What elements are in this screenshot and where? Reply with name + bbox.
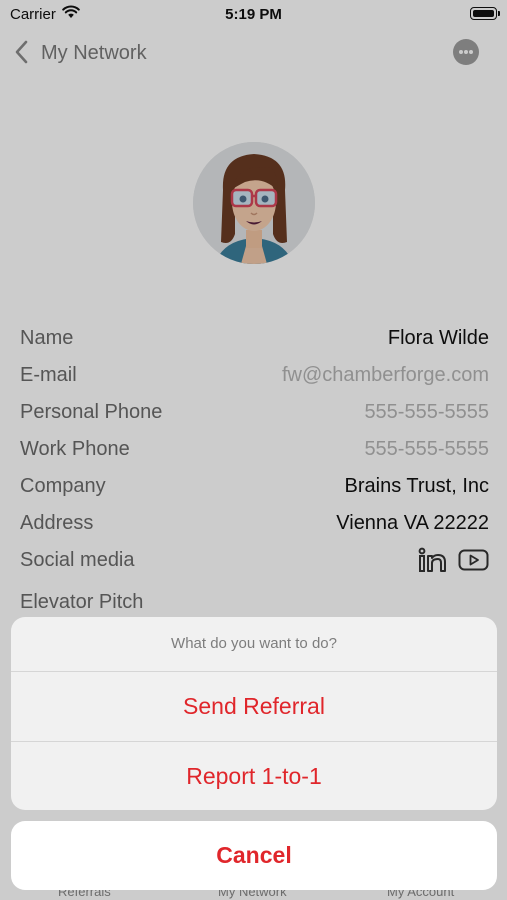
action-sheet: What do you want to do? Send Referral Re… <box>11 617 497 810</box>
cancel-button[interactable]: Cancel <box>11 821 497 890</box>
send-referral-button[interactable]: Send Referral <box>11 671 497 740</box>
action-sheet-title: What do you want to do? <box>171 635 337 652</box>
report-1-to-1-button[interactable]: Report 1-to-1 <box>11 741 497 810</box>
